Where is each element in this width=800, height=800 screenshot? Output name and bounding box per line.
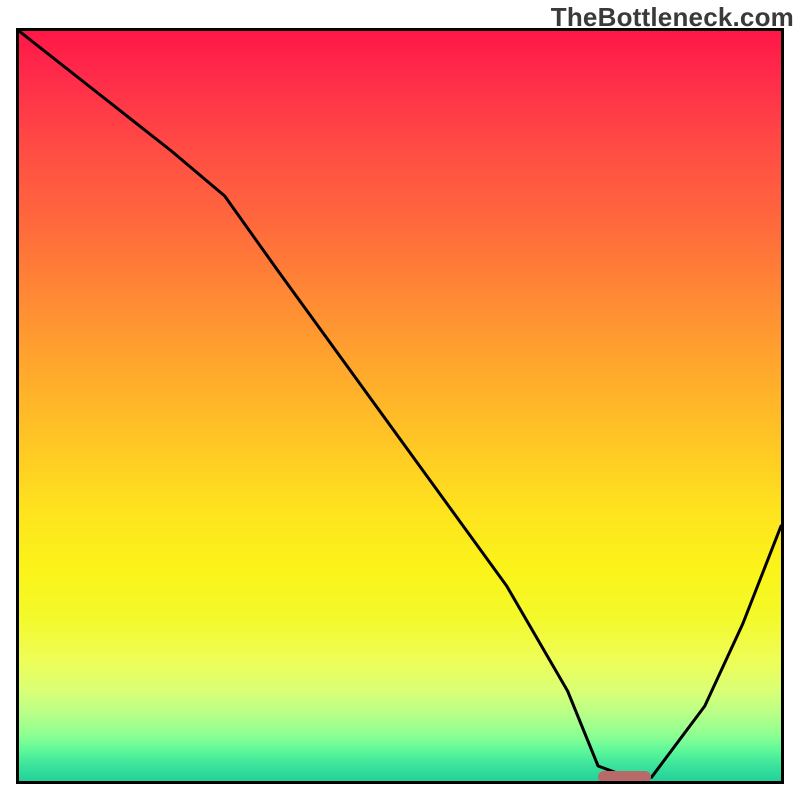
bottleneck-curve bbox=[19, 31, 781, 781]
chart-container: TheBottleneck.com bbox=[0, 0, 800, 800]
watermark-text: TheBottleneck.com bbox=[551, 2, 794, 33]
optimum-marker bbox=[598, 771, 651, 783]
plot-frame bbox=[16, 28, 784, 784]
